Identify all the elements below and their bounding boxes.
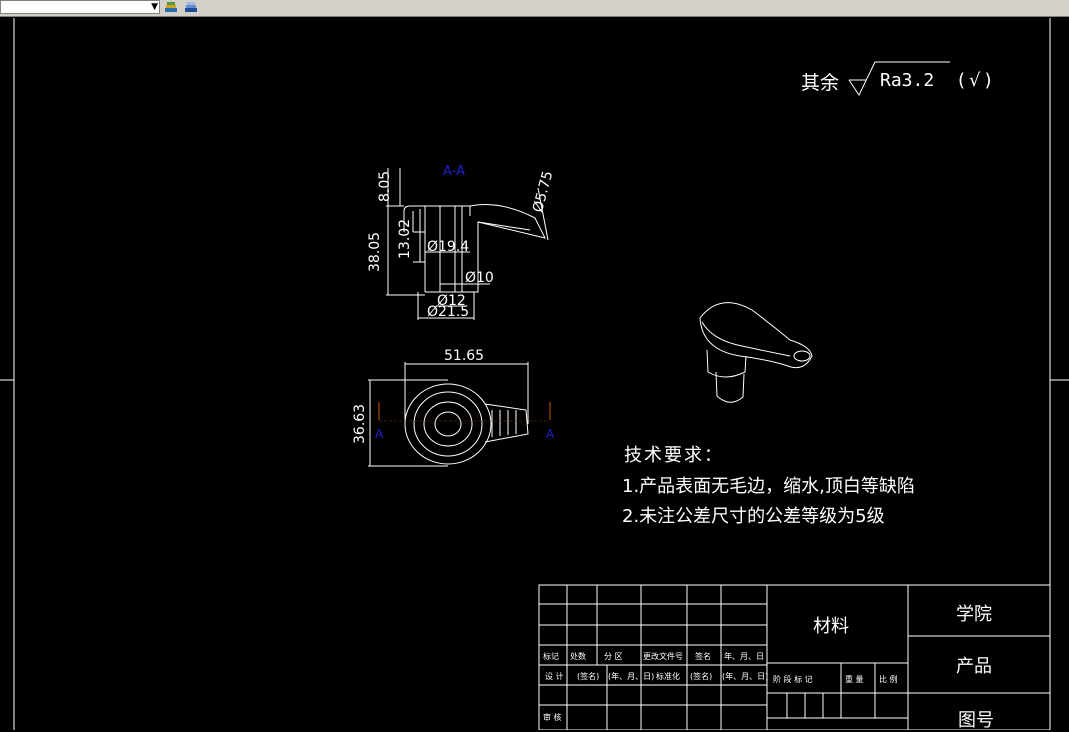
tb-zone: 分 区 (604, 652, 623, 661)
tb-review: 审 核 (543, 713, 562, 722)
tb-count: 处数 (570, 652, 586, 661)
tb-date2: (年、月、日) (722, 672, 769, 681)
section-label: A-A (443, 164, 465, 179)
chevron-down-icon[interactable]: ▼ (151, 1, 158, 13)
notes-line-1: 1.产品表面无毛边，缩水,顶白等缺陷 (622, 476, 915, 497)
tb-drawing-no: 图号 (958, 710, 994, 731)
layer-dropdown[interactable]: ▼ (0, 0, 160, 14)
tb-date1: (年、月、日) (608, 672, 655, 681)
tb-product: 产品 (956, 656, 992, 677)
tb-weight: 重 量 (845, 675, 864, 684)
tb-material: 材料 (813, 616, 849, 637)
cut-label-left: A (375, 427, 384, 441)
dim-top-height: 8.05 (377, 170, 393, 202)
top-view (368, 362, 529, 467)
roughness-prefix: 其余 (801, 72, 840, 94)
notes-line-2: 2.未注公差尺寸的公差等级为5级 (622, 506, 885, 527)
dim-mid-height: 13.02 (397, 218, 413, 259)
notes-title: 技术要求： (624, 445, 724, 466)
layer-previous-icon[interactable] (183, 0, 199, 14)
dim-total-height: 38.05 (367, 231, 383, 272)
dim-width: 51.65 (444, 348, 485, 364)
tb-sign1: (签名) (577, 672, 600, 681)
dim-d10: Ø10 (465, 270, 494, 286)
tb-sign: 签名 (695, 652, 711, 661)
tb-school: 学院 (956, 604, 992, 625)
tb-docno: 更改文件号 (643, 652, 683, 661)
dim-height: 36.63 (352, 403, 368, 444)
iso-view (699, 302, 813, 403)
toolbar: ▼ (0, 0, 1069, 17)
tb-stage: 阶 段 标 记 (773, 675, 813, 684)
tb-sign2: (签名) (690, 672, 713, 681)
roughness-value: Ra3.2 (880, 70, 935, 91)
tb-date: 年、月、日 (724, 652, 764, 661)
tb-mark: 标记 (543, 652, 559, 661)
drawing-canvas[interactable] (0, 17, 1069, 730)
tb-design: 设 计 (545, 672, 564, 681)
drawing-frame (0, 18, 1069, 730)
tb-standard: 标准化 (656, 672, 680, 681)
roughness-suffix: (√) (958, 70, 996, 91)
layer-states-icon[interactable] (163, 0, 179, 14)
dim-d19-4: Ø19.4 (427, 239, 470, 255)
tb-scale: 比 例 (879, 675, 898, 684)
dim-d21-5: Ø21.5 (427, 304, 470, 320)
cut-label-right: A (546, 427, 555, 441)
